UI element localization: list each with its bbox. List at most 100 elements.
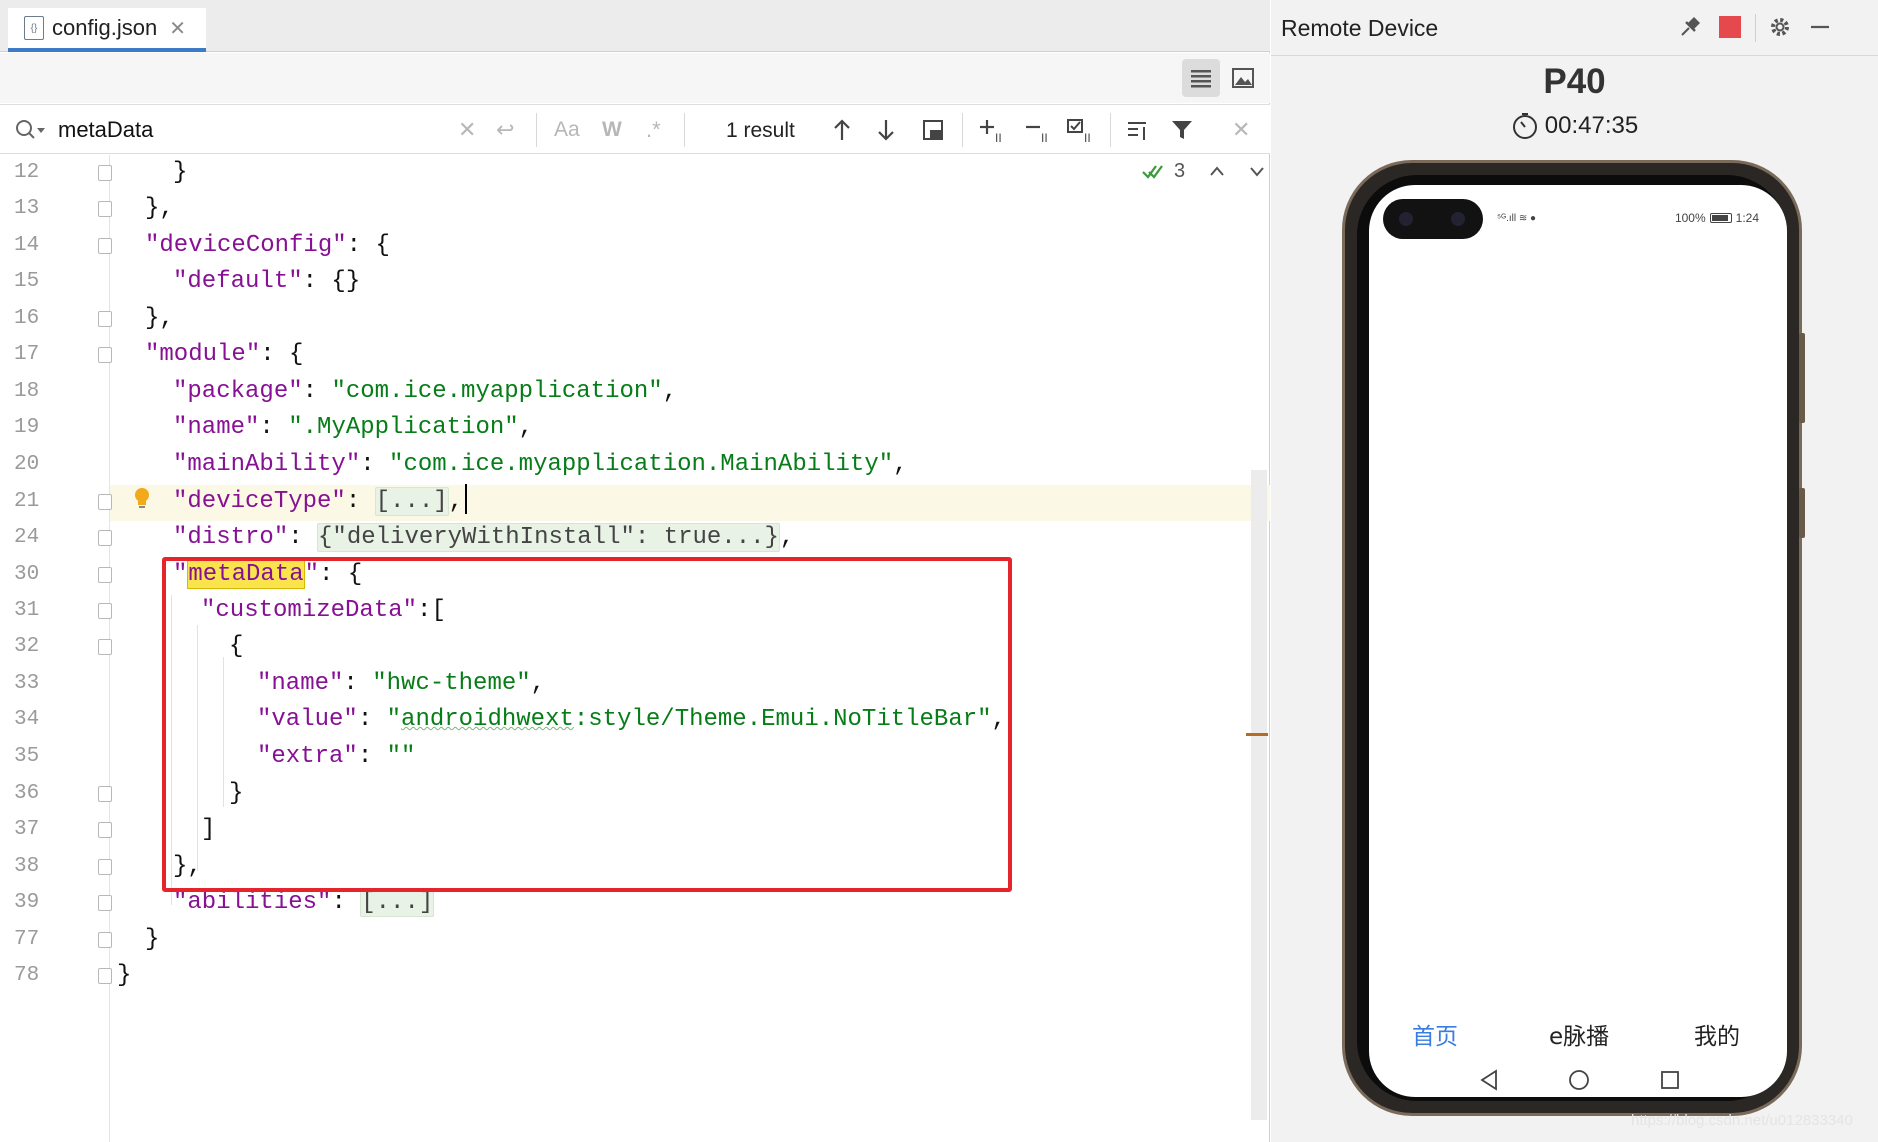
editor-tab-bar: {} config.json ✕ [0, 0, 1270, 52]
lines-icon [1191, 70, 1211, 88]
fold-marker[interactable] [98, 932, 112, 948]
fold-marker[interactable] [98, 639, 112, 655]
line-number: 38 [14, 855, 40, 878]
fold-marker[interactable] [98, 201, 112, 217]
close-tab-icon[interactable]: ✕ [169, 16, 186, 41]
previous-occurrence-icon[interactable] [832, 113, 852, 147]
timer-value: 00:47:35 [1544, 112, 1639, 139]
text-caret [465, 484, 468, 514]
select-all-occurrences-icon[interactable]: II [1066, 113, 1098, 147]
expand-fold-marker[interactable] [98, 494, 112, 510]
line-number: 30 [14, 563, 40, 586]
recents-icon[interactable] [1659, 1069, 1681, 1091]
code-line-18: "package": "com.ice.myapplication", [173, 378, 678, 405]
next-occurrence-icon[interactable] [876, 113, 896, 147]
regex-icon[interactable]: .* [646, 113, 661, 147]
svg-text:II: II [1084, 131, 1091, 143]
chevron-down-icon[interactable] [1249, 160, 1265, 183]
tab-mine[interactable]: 我的 [1694, 1017, 1740, 1051]
watermark: https://blog.csdn.net/u012833340 [1631, 1112, 1853, 1129]
whole-words-icon[interactable]: W [602, 113, 622, 147]
line-number: 78 [14, 964, 40, 987]
line-number: 37 [14, 818, 40, 841]
json-file-icon: {} [24, 16, 44, 40]
inspection-widget[interactable]: 3 [1142, 160, 1265, 183]
panel-header: Remote Device [1271, 0, 1878, 56]
filter-search-icon[interactable] [922, 113, 944, 147]
vertical-scrollbar[interactable] [1251, 470, 1267, 1120]
line-number: 16 [14, 307, 40, 330]
line-number: 17 [14, 343, 40, 366]
line-number: 14 [14, 234, 40, 257]
search-result-count: 1 result [726, 119, 795, 142]
signal-status: ⁵ᴳ.ıll ≋ ● [1497, 213, 1537, 224]
line-number: 35 [14, 745, 40, 768]
new-line-icon[interactable]: ↩ [496, 113, 514, 147]
clock: 1:24 [1735, 211, 1759, 225]
line-number: 18 [14, 380, 40, 403]
code-line-16: }, [145, 305, 174, 332]
line-number: 33 [14, 672, 40, 695]
fold-marker[interactable] [98, 968, 112, 984]
image-view-button[interactable] [1224, 59, 1262, 97]
lightbulb-icon[interactable] [132, 486, 152, 512]
svg-text:II: II [995, 131, 1002, 143]
ide-window: {} config.json ✕ ✕ ↩ Aa W .* [0, 0, 1878, 1142]
line-number: 21 [14, 490, 40, 513]
stop-recording-button[interactable] [1715, 12, 1745, 42]
file-tab-label: config.json [52, 15, 158, 40]
folded-region[interactable]: {"deliveryWithInstall": true...} [317, 523, 780, 552]
fold-marker[interactable] [98, 603, 112, 619]
device-screen[interactable]: ⁵ᴳ.ıll ≋ ● 100% 1:24 首页 e脉播 我的 [1369, 185, 1787, 1097]
folded-region[interactable]: [...] [374, 487, 449, 516]
code-line-12: } [173, 159, 188, 186]
expand-fold-marker[interactable] [98, 895, 112, 911]
search-in-selection-icon[interactable] [1126, 113, 1152, 147]
fold-marker[interactable] [98, 859, 112, 875]
fold-marker[interactable] [98, 567, 112, 583]
code-line-19: "name": ".MyApplication", [173, 414, 534, 441]
tab-e-broadcast[interactable]: e脉播 [1549, 1017, 1609, 1051]
file-tab-config-json[interactable]: {} config.json ✕ [8, 8, 206, 52]
fold-marker[interactable] [98, 786, 112, 802]
search-input[interactable] [58, 113, 458, 147]
expand-fold-marker[interactable] [98, 530, 112, 546]
remove-occurrence-icon[interactable]: II [1024, 113, 1054, 147]
view-toolbar [0, 53, 1270, 103]
match-case-icon[interactable]: Aa [554, 113, 580, 147]
fold-marker[interactable] [98, 822, 112, 838]
fold-marker[interactable] [98, 165, 112, 181]
add-occurrence-icon[interactable]: II [978, 113, 1008, 147]
tab-home[interactable]: 首页 [1412, 1017, 1458, 1051]
find-bar: ✕ ↩ Aa W .* 1 result II II [0, 104, 1270, 154]
home-icon[interactable] [1567, 1068, 1591, 1092]
status-bar-right: 100% 1:24 [1675, 211, 1759, 225]
search-icon[interactable] [14, 113, 46, 147]
filter-icon[interactable] [1170, 113, 1194, 147]
back-icon[interactable] [1479, 1069, 1499, 1091]
session-timer: 00:47:35 [1271, 112, 1878, 140]
annotation-highlight-box [162, 557, 1012, 892]
battery-icon [1709, 213, 1732, 223]
folded-region[interactable]: [...] [360, 888, 435, 917]
gear-icon[interactable] [1765, 12, 1795, 42]
code-line-21: "deviceType": [...], [173, 484, 468, 520]
line-number: 19 [14, 416, 40, 439]
pin-icon[interactable] [1675, 12, 1705, 42]
code-line-13: }, [145, 195, 174, 222]
line-number: 31 [14, 599, 40, 622]
phone-frame: ⁵ᴳ.ıll ≋ ● 100% 1:24 首页 e脉播 我的 [1342, 160, 1805, 1116]
chevron-up-icon[interactable] [1209, 160, 1225, 183]
code-view-button[interactable] [1182, 59, 1220, 97]
inspection-count: 3 [1174, 160, 1186, 182]
minimize-icon[interactable] [1805, 12, 1835, 42]
code-line-14: "deviceConfig": { [145, 232, 390, 259]
battery-percent: 100% [1674, 211, 1706, 225]
fold-marker[interactable] [98, 311, 112, 327]
editor-pane: {} config.json ✕ ✕ ↩ Aa W .* [0, 0, 1270, 1142]
clear-search-icon[interactable]: ✕ [458, 113, 476, 147]
fold-marker[interactable] [98, 347, 112, 363]
fold-marker[interactable] [98, 238, 112, 254]
line-number: 24 [14, 526, 40, 549]
close-find-bar-icon[interactable]: ✕ [1232, 113, 1250, 147]
